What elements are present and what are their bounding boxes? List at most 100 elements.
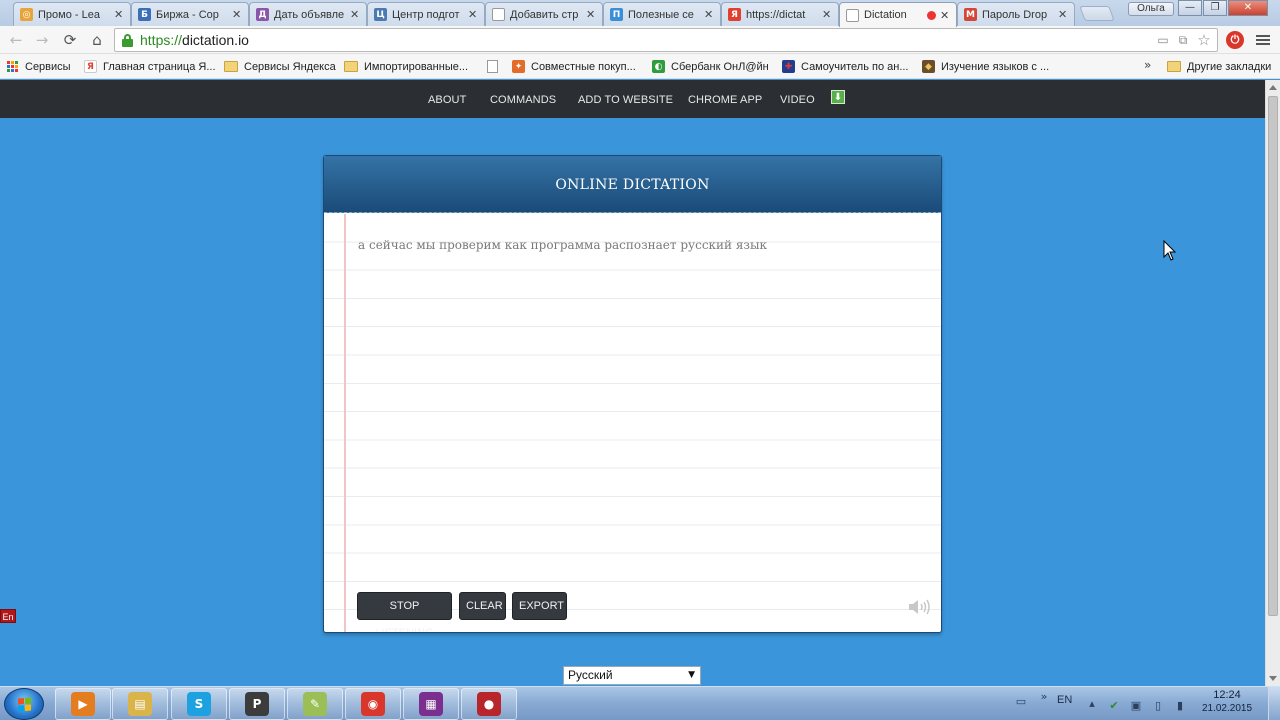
browser-tab[interactable]: Д Дать объявле ✕	[249, 2, 367, 26]
nav-link-add-to-website[interactable]: ADD TO WEBSITE	[578, 94, 673, 106]
bookmarks-bar: Сервисы Я Главная страница Я... Сервисы Янд…	[0, 54, 1280, 79]
tab-title: Промо - Lea	[38, 8, 100, 21]
recording-indicator-icon	[927, 10, 936, 20]
browser-tab[interactable]: П Полезные се ✕	[603, 2, 721, 26]
taskbar-app-button[interactable]: P	[229, 688, 285, 720]
taskbar-app-button[interactable]: S	[171, 688, 227, 720]
translate-icon[interactable]: ⧉	[1175, 33, 1191, 48]
tab-close-icon[interactable]: ✕	[232, 8, 242, 21]
page-scrollbar[interactable]	[1265, 80, 1280, 686]
back-icon[interactable]: ←	[5, 30, 27, 50]
page-icon	[487, 60, 498, 73]
browser-tab[interactable]: Добавить стр ✕	[485, 2, 603, 26]
bookmark-item[interactable]: ✚ Самоучитель по ан...	[782, 58, 908, 75]
browser-tab[interactable]: Яhttps://dictat ✕	[721, 2, 839, 26]
taskbar-app-button[interactable]: ▦	[403, 688, 459, 720]
scroll-down-icon[interactable]	[1269, 676, 1277, 681]
export-button[interactable]: EXPORT	[512, 592, 567, 620]
bookmarks-overflow-icon[interactable]: »	[1144, 58, 1151, 72]
browser-tab[interactable]: M Пароль Drop ✕	[957, 2, 1075, 26]
tab-title: https://dictat	[746, 8, 806, 21]
tray-shield-icon[interactable]: ✔	[1107, 699, 1121, 713]
show-desktop-button[interactable]	[1268, 687, 1280, 720]
home-icon[interactable]: ⌂	[86, 30, 108, 50]
dictation-textarea[interactable]	[324, 214, 941, 632]
taskbar-app-button[interactable]: ▤	[112, 688, 168, 720]
bookmark-label: Совместные покуп...	[531, 60, 636, 73]
other-bookmarks[interactable]: Другие закладки	[1167, 58, 1271, 75]
speaker-icon[interactable]	[908, 599, 930, 615]
extension-icon[interactable]: ⏻	[1226, 31, 1244, 49]
dictation-text[interactable]: а сейчас мы проверим как программа распо…	[358, 238, 767, 252]
forward-icon[interactable]: →	[31, 30, 53, 50]
tab-close-icon[interactable]: ✕	[468, 8, 478, 21]
star-icon[interactable]: ☆	[1196, 33, 1212, 48]
bookmark-item[interactable]: Импортированные...	[344, 58, 468, 75]
taskbar-app-button[interactable]: ◉	[345, 688, 401, 720]
scrollbar-thumb[interactable]	[1268, 96, 1278, 616]
mouse-cursor-icon	[1163, 240, 1177, 261]
system-clock[interactable]: 12:24 21.02.2015	[1196, 689, 1258, 714]
tab-close-icon[interactable]: ✕	[1058, 8, 1068, 21]
chrome-icon: ◉	[361, 692, 385, 716]
nav-link-about[interactable]: ABOUT	[428, 94, 466, 106]
minimize-button[interactable]: —	[1178, 0, 1202, 16]
new-tab-button[interactable]	[1079, 6, 1115, 21]
download-icon[interactable]: ⬇	[831, 90, 845, 104]
bookmark-item[interactable]: Сервисы Яндекса	[224, 58, 336, 75]
bookmark-item[interactable]: Я Главная страница Я...	[84, 58, 216, 75]
clear-button[interactable]: CLEAR	[459, 592, 506, 620]
bookmark-item[interactable]: ◆ Изучение языков с ...	[922, 58, 1049, 75]
tray-overflow-icon[interactable]: »	[1037, 690, 1051, 704]
taskbar-app-button[interactable]: ✎	[287, 688, 343, 720]
profile-badge[interactable]: Ольга	[1128, 2, 1174, 16]
browser-tab-strip: ◎ Промо - Lea ✕ Б Биржа - Сор ✕ Д Дать объявле ✕…	[0, 0, 1280, 27]
bookmark-item[interactable]: ✦ Совместные покуп...	[512, 58, 636, 75]
bookmark-label: Главная страница Я...	[103, 60, 216, 73]
browser-tab[interactable]: Dictation ✕	[839, 2, 957, 27]
page-favicon	[492, 8, 505, 21]
page-action-icon[interactable]: ▭	[1155, 33, 1171, 48]
scroll-up-icon[interactable]	[1269, 85, 1277, 90]
tray-up-arrow-icon[interactable]: ▴	[1085, 697, 1099, 711]
tray-network-icon[interactable]: ▮	[1173, 699, 1187, 713]
stop-listening-button[interactable]: STOP LISTENING	[357, 592, 452, 632]
browser-tab[interactable]: ◎ Промо - Lea ✕	[13, 2, 131, 26]
bookmark-item[interactable]: ◐ Сбербанк ОнЛ@йн	[652, 58, 769, 75]
url-text[interactable]: https://dictation.io	[140, 32, 249, 48]
language-select[interactable]: Русский ▼	[563, 666, 701, 685]
nav-link-commands[interactable]: COMMANDS	[490, 94, 556, 106]
start-button[interactable]	[4, 688, 44, 720]
tab-close-icon[interactable]: ✕	[940, 9, 950, 22]
bookmark-label: Импортированные...	[364, 60, 469, 73]
yandex-icon: Я	[84, 60, 97, 73]
tray-folder-icon[interactable]: ▭	[1014, 695, 1028, 709]
address-bar[interactable]: https://dictation.io ▭ ⧉ ☆	[114, 28, 1218, 52]
nav-link-chrome-app[interactable]: CHROME APP	[688, 94, 762, 106]
bookmark-item[interactable]: Сервисы	[7, 58, 71, 75]
tray-battery-icon[interactable]: ▯	[1151, 699, 1165, 713]
bookmark-item[interactable]	[487, 58, 506, 75]
language-indicator-badge[interactable]: En	[0, 609, 16, 623]
media-player-icon: ▶	[71, 692, 95, 716]
bookmark-label: Сервисы Яндекса	[244, 60, 336, 73]
reload-icon[interactable]: ⟳	[59, 30, 81, 50]
tab-close-icon[interactable]: ✕	[114, 8, 124, 21]
maximize-button[interactable]: ❐	[1203, 0, 1227, 16]
windows-logo-icon	[18, 697, 32, 712]
tab-close-icon[interactable]: ✕	[822, 8, 832, 21]
tray-device-icon[interactable]: ▣	[1129, 699, 1143, 713]
tab-title: Пароль Drop	[982, 8, 1048, 21]
browser-tab[interactable]: Ц Центр подгот ✕	[367, 2, 485, 26]
menu-icon[interactable]	[1256, 35, 1270, 45]
taskbar-app-button[interactable]: ●	[461, 688, 517, 720]
nav-link-video[interactable]: VIDEO	[780, 94, 815, 106]
close-window-button[interactable]: ✕	[1228, 0, 1268, 16]
tab-close-icon[interactable]: ✕	[586, 8, 596, 21]
taskbar-app-button[interactable]: ▶	[55, 688, 111, 720]
lock-icon[interactable]	[122, 34, 133, 47]
input-language[interactable]: EN	[1057, 694, 1072, 706]
tab-close-icon[interactable]: ✕	[350, 8, 360, 21]
tab-close-icon[interactable]: ✕	[704, 8, 714, 21]
browser-tab[interactable]: Б Биржа - Сор ✕	[131, 2, 249, 26]
